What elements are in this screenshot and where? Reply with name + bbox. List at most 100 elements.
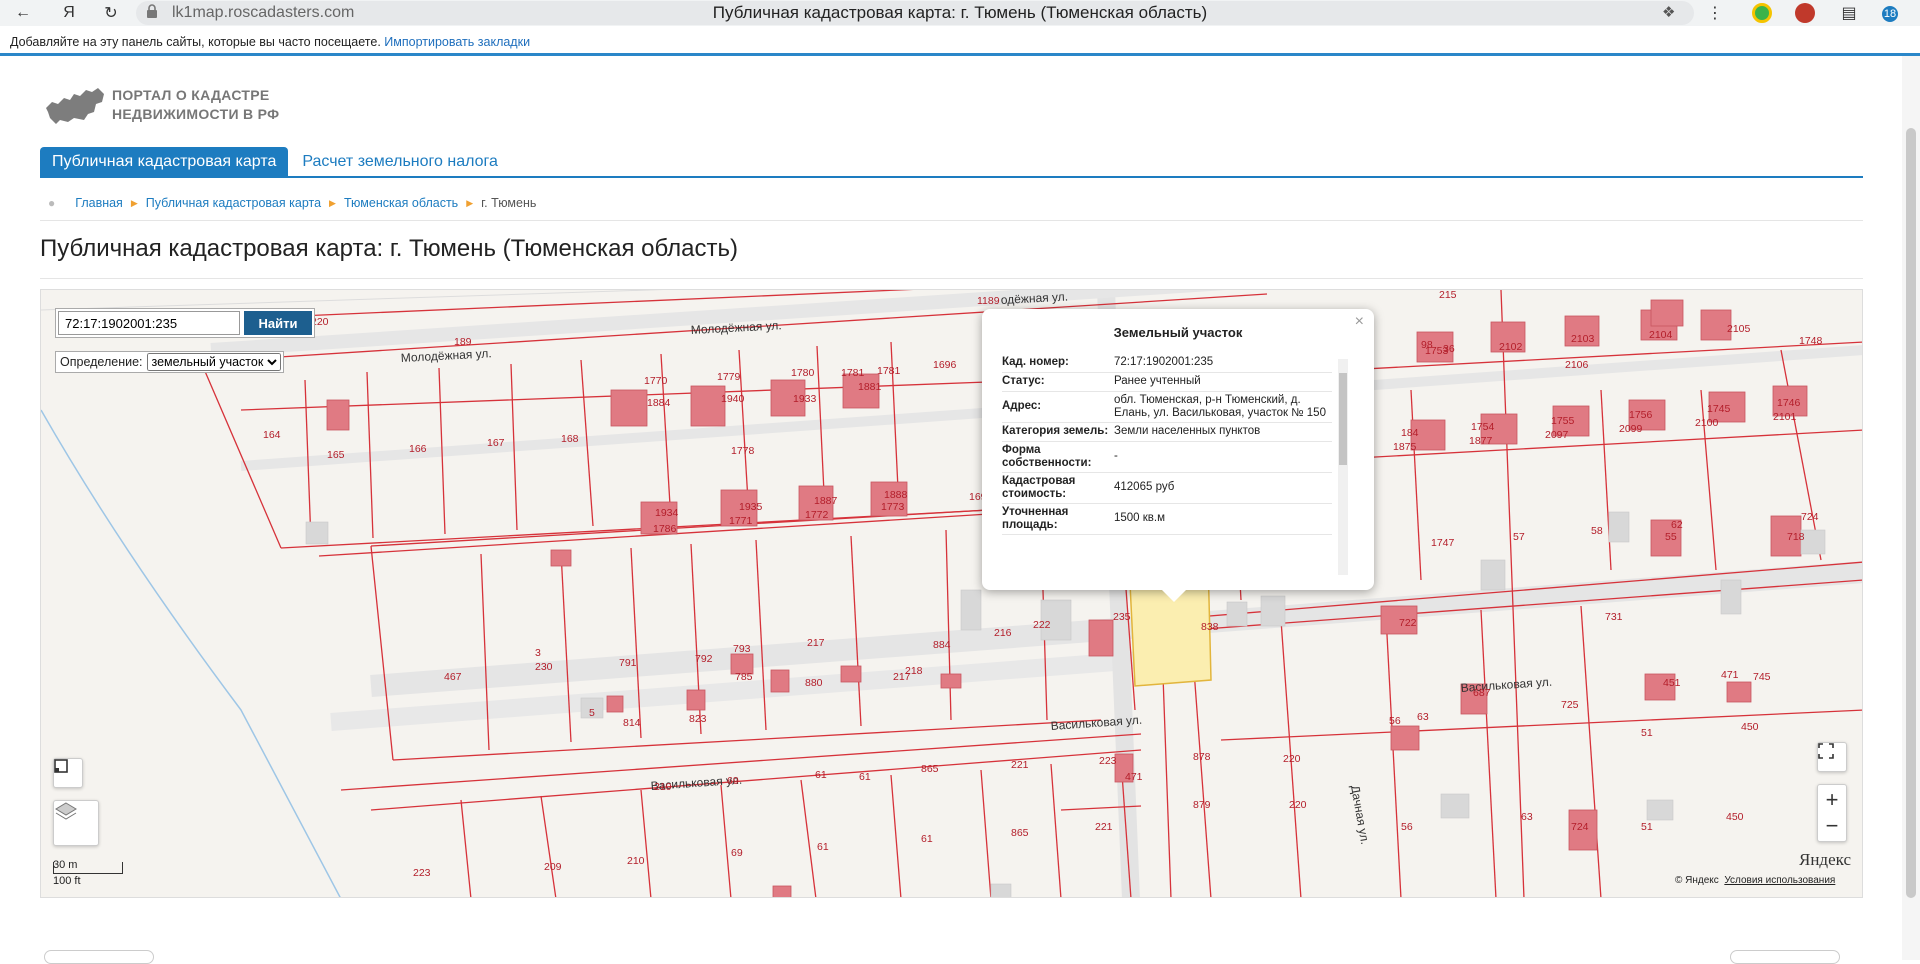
search-panel: Найти	[55, 308, 315, 338]
parcel-number-label: 1786	[653, 523, 677, 535]
parcel-number-label: 1750	[1587, 290, 1611, 293]
parcel-number-label: 1748	[1799, 335, 1823, 347]
parcel-number-label: 1877	[1469, 435, 1493, 447]
parcel-number-label: 823	[689, 713, 707, 725]
yandex-logo[interactable]: Яндекс	[1799, 850, 1851, 870]
building	[1088, 619, 1114, 657]
parcel-number-label: 2105	[1727, 323, 1751, 335]
zoom-out-icon[interactable]: −	[1826, 813, 1839, 839]
parcel-number-label: 51	[1641, 727, 1653, 739]
parcel-number-label: 36	[1443, 343, 1455, 355]
building	[606, 695, 624, 713]
scale-feet: 100 ft	[53, 875, 81, 887]
parcel-number-label: 166	[409, 443, 427, 455]
breadcrumb-arrow-icon: ▶	[466, 197, 474, 208]
parcel-number-label: 1747	[1431, 537, 1455, 549]
building	[610, 389, 648, 427]
menu-dots-icon[interactable]: ⋮	[1704, 2, 1726, 24]
url-text[interactable]: lk1map.roscadasters.com	[172, 4, 354, 22]
import-bookmarks-link[interactable]: Импортировать закладки	[384, 35, 530, 49]
yandex-browser-icon[interactable]: Я	[58, 2, 80, 24]
parcel-number-label: 216	[994, 627, 1012, 639]
ruler-icon[interactable]	[53, 758, 83, 788]
terms-link[interactable]: Условия использования	[1724, 875, 1835, 886]
logo-text[interactable]: ПОРТАЛ О КАДАСТРЕ НЕДВИЖИМОСТИ В РФ	[112, 86, 279, 124]
street-label: одёжная ул.	[1000, 290, 1068, 307]
popup-scrollbar-thumb[interactable]	[1339, 373, 1347, 465]
parcel-number-label: 167	[487, 437, 505, 449]
parcel-number-label: 69	[727, 775, 739, 787]
parcel-number-label: 5	[589, 707, 595, 719]
scale-meters: 30 m	[53, 859, 78, 871]
parcel-number-label: 164	[263, 429, 281, 441]
parcel-number-label: 1933	[793, 393, 817, 405]
reload-icon[interactable]: ↻	[100, 2, 122, 24]
tab-cadastral-map[interactable]: Публичная кадастровая карта	[40, 147, 289, 177]
definition-panel: Определение: земельный участок	[55, 351, 284, 373]
breadcrumb-arrow-icon: ▶	[329, 197, 336, 208]
cadastral-search-input[interactable]	[58, 311, 240, 335]
parcel-number-label: 1779	[717, 371, 741, 383]
parcel-number-label: 2101	[1773, 411, 1797, 423]
parcel-number-label: 69	[731, 847, 743, 859]
info-row: Категория земель: Земли населенных пункто…	[1002, 422, 1332, 442]
parcel-number-label: 210	[654, 781, 672, 793]
parcel-number-label: 722	[1399, 617, 1417, 629]
parcel-number-label: 56	[1401, 821, 1413, 833]
notifications-badge[interactable]: 18	[1882, 6, 1898, 22]
zoom-in-icon[interactable]: +	[1826, 787, 1839, 813]
parcel-number-label: 879	[1193, 799, 1211, 811]
parcel-number-label: 165	[327, 449, 345, 461]
lock-icon	[147, 4, 157, 18]
parcel-number-label: 57	[1513, 531, 1525, 543]
parcel-number-label: 1754	[1471, 421, 1495, 433]
bookmark-icon[interactable]: ❖	[1662, 3, 1675, 21]
definition-select[interactable]: земельный участок	[146, 353, 281, 371]
parcel-number-label: 791	[619, 657, 637, 669]
popup-title: Земельный участок	[1113, 325, 1243, 340]
layers-icon[interactable]	[53, 800, 99, 846]
parcel-number-label: 2104	[1649, 329, 1673, 341]
parcel-number-label: 838	[1201, 621, 1219, 633]
popup-scrollbar[interactable]	[1338, 359, 1348, 575]
map-canvas[interactable]: Молодёжная ул. Молодёжная ул. Василькова…	[41, 290, 1863, 898]
parcel-number-label: 724	[1571, 821, 1589, 833]
search-button[interactable]: Найти	[244, 311, 312, 335]
parcel-number-label: 222	[1033, 619, 1051, 631]
parcel-number-label: 1772	[805, 509, 829, 521]
parcel-number-label: 1696	[933, 359, 957, 371]
breadcrumb-map[interactable]: Публичная кадастровая карта	[146, 196, 321, 210]
address-bar[interactable]	[136, 1, 1694, 25]
breadcrumb-home[interactable]: Главная	[75, 196, 123, 210]
parcel-number-label: 1940	[721, 393, 745, 405]
back-icon[interactable]: ←	[12, 2, 34, 24]
parcel-number-label: 44	[41, 290, 53, 293]
bottom-button[interactable]	[44, 950, 154, 964]
parcel-number-label: 2102	[1499, 341, 1523, 353]
scrollbar-thumb[interactable]	[1906, 128, 1916, 898]
parcel-number-label: 2103	[1571, 333, 1595, 345]
parcel-number-label: 221	[1095, 821, 1113, 833]
parcel-number-label: 168	[561, 433, 579, 445]
profile-icon[interactable]	[1795, 3, 1815, 23]
parcel-number-label: 1755	[1551, 415, 1575, 427]
parcel-number-label: 450	[1726, 811, 1744, 823]
breadcrumb-region[interactable]: Тюменская область	[344, 196, 458, 210]
parcel-number-label: 61	[815, 769, 827, 781]
parcel-number-label: 62	[1671, 519, 1683, 531]
fullscreen-icon[interactable]	[1817, 742, 1847, 772]
page-scrollbar[interactable]	[1902, 56, 1920, 960]
extension-icon[interactable]	[1752, 3, 1772, 23]
downloads-icon[interactable]: ▤	[1838, 2, 1860, 24]
parcel-number-label: 865	[921, 763, 939, 775]
parcel-number-label: 210	[627, 855, 645, 867]
bottom-button[interactable]	[1730, 950, 1840, 964]
info-row: Кад. номер: 72:17:1902001:235	[1002, 353, 1332, 373]
russia-map-logo[interactable]	[44, 82, 106, 126]
parcel-number-label: 230	[535, 661, 553, 673]
tab-land-tax[interactable]: Расчет земельного налога	[288, 147, 512, 177]
parcel-number-label: 63	[1417, 711, 1429, 723]
cadastral-map[interactable]: Молодёжная ул. Молодёжная ул. Василькова…	[40, 289, 1863, 898]
street-label: Молодёжная ул.	[400, 346, 492, 365]
building	[840, 665, 862, 683]
